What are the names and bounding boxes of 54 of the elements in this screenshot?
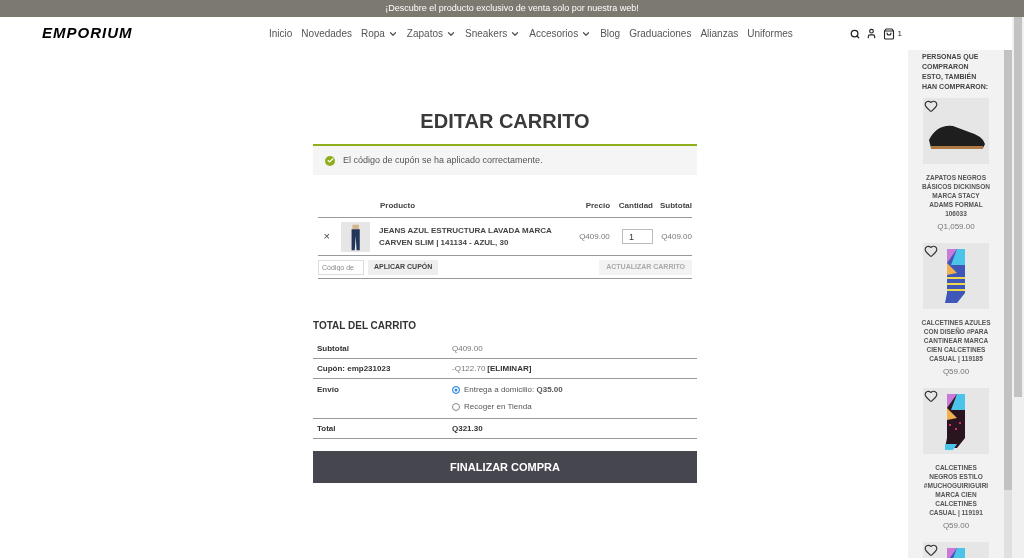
column-header: Cantidad [617,200,653,212]
quantity-field[interactable]: 1 [621,229,653,244]
nav-link[interactable]: Novedades [301,26,352,41]
logo[interactable]: EMPORIUM [42,22,242,45]
heart-icon[interactable] [924,543,938,557]
column-header: Subtotal [659,200,692,212]
heart-icon[interactable] [924,244,938,258]
heart-icon[interactable] [924,389,938,403]
radio-button[interactable] [452,403,460,411]
user-icon[interactable] [865,28,877,39]
product-price: Q409.00 [578,230,610,243]
bag-icon[interactable] [882,27,895,40]
column-header: Producto [380,200,417,212]
product-subtotal: Q409.00 [660,230,692,243]
option-label: Recoger en Tienda [464,401,532,413]
remove-coupon-link[interactable]: [ELIMINAR] [487,362,532,375]
product-card-image[interactable] [923,98,989,164]
totals-title: TOTAL DEL CARRITO [313,319,417,333]
nav-link[interactable]: Accesorios [529,26,592,41]
shipping-option[interactable]: Recoger en Tienda [452,401,563,413]
radio-button[interactable] [452,386,460,394]
page-scrollbar[interactable] [1012,17,1024,558]
totals-value: -Q122.70 [452,362,486,375]
checkout-button[interactable]: FINALIZAR COMPRA [313,451,697,483]
totals-label: Envío [317,384,340,396]
product-thumbnail[interactable] [340,221,370,252]
totals-value: Q409.00 [452,343,483,355]
nav-link[interactable]: Alianzas [700,26,739,41]
product-name[interactable]: JEANS AZUL ESTRUCTURA LAVADA MARCA CARVEN SLIM | 141134 - AZUL, 30 [378,224,575,249]
notice-text: El código de cupón se ha aplicado correctamente. [343,153,543,167]
product-price: Q1,059.00 [937,221,975,233]
search-icon[interactable] [849,28,860,39]
totals-label: Subtotal [317,343,350,355]
nav-link[interactable]: Blog [600,26,621,41]
page-title: EDITAR CARRITO [419,109,591,133]
nav-link[interactable]: Inicio [269,26,293,41]
nav-link[interactable]: Zapatos [406,26,456,41]
heart-icon[interactable] [924,99,938,113]
check-icon [325,155,335,166]
column-header: Precio [584,200,611,212]
totals-label: Cupón: emp231023 [317,362,392,375]
cart-count: 1 [897,27,902,40]
announcement-bar: ¡Descubre el producto exclusivo de venta solo por nuestra web! [0,0,1024,17]
totals-label: Total [317,422,337,435]
product-price: Q59.00 [942,520,970,532]
nav-link[interactable]: Graduaciones [629,26,692,41]
product-price: Q59.00 [942,366,970,378]
product-card-image[interactable] [923,388,989,454]
nav-link[interactable]: Uniformes [747,26,793,41]
totals-value: Q321.30 [452,422,483,435]
nav-link[interactable]: Ropa [360,26,398,41]
remove-button[interactable]: × [318,228,336,245]
nav-link[interactable]: Sneakers [465,26,521,41]
sidebar-scrollbar[interactable] [1004,50,1012,558]
